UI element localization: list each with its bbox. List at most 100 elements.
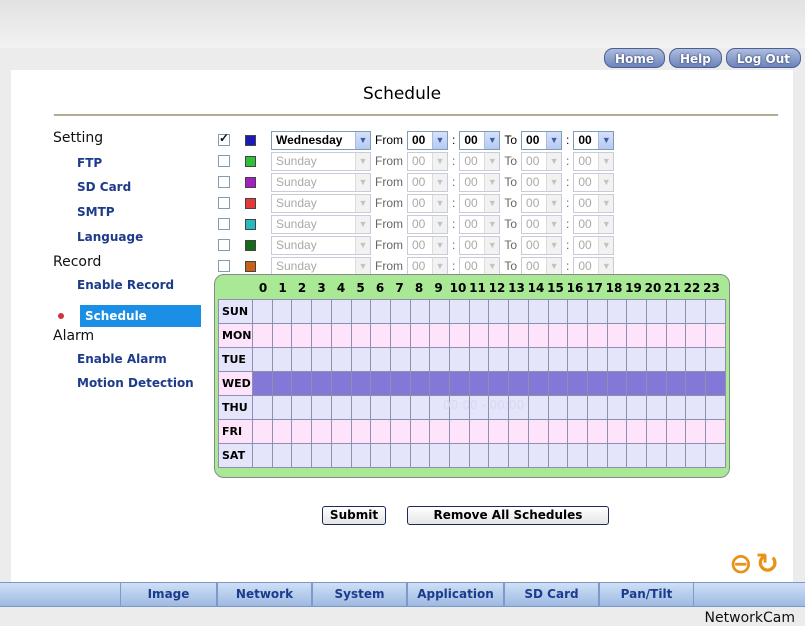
tab-image[interactable]: Image <box>120 583 217 606</box>
from-hour-select[interactable]: 00 ▼ <box>407 235 448 255</box>
schedule-enable-checkbox[interactable] <box>218 239 230 251</box>
remove-all-schedules-button[interactable]: Remove All Schedules <box>407 506 609 525</box>
sidebar-item-enable-alarm[interactable]: Enable Alarm <box>77 352 167 366</box>
to-hour-select[interactable]: 00 ▼ <box>521 256 563 276</box>
from-hour-select[interactable]: 00 ▼ <box>407 151 448 171</box>
chevron-down-icon: ▼ <box>546 236 562 254</box>
to-minute-select[interactable]: 00 ▼ <box>573 256 615 276</box>
day-label: TUE <box>218 347 253 372</box>
grid-cell <box>527 443 549 468</box>
grid-cell <box>626 371 648 396</box>
day-select[interactable]: Sunday ▼ <box>271 235 371 255</box>
help-button[interactable]: Help <box>668 48 722 68</box>
grid-cell <box>685 443 707 468</box>
sidebar-item-sd-card[interactable]: SD Card <box>77 180 131 194</box>
grid-cell <box>429 419 451 444</box>
from-hour-select[interactable]: 00 ▼ <box>407 256 448 276</box>
from-minute-select[interactable]: 00 ▼ <box>459 256 501 276</box>
chevron-down-icon: ▼ <box>484 131 500 149</box>
grid-cell <box>271 299 293 324</box>
to-hour-select[interactable]: 00 ▼ <box>521 193 563 213</box>
day-select[interactable]: Wednesday ▼ <box>271 130 371 150</box>
grid-cell <box>468 299 490 324</box>
chevron-down-icon: ▼ <box>546 131 562 149</box>
back-icon[interactable]: ⊖ <box>729 550 752 578</box>
from-hour-select-value: 00 <box>412 175 426 189</box>
grid-cell <box>646 419 667 444</box>
to-hour-select-value: 00 <box>526 238 540 252</box>
schedule-enable-checkbox[interactable] <box>218 218 230 230</box>
schedule-enable-checkbox[interactable] <box>218 131 230 146</box>
to-minute-select[interactable]: 00 ▼ <box>573 214 615 234</box>
from-hour-select[interactable]: 00 ▼ <box>407 130 448 150</box>
schedule-enable-checkbox[interactable] <box>218 197 230 209</box>
grid-cell <box>409 299 431 324</box>
colon-label: : <box>566 196 570 210</box>
hour-label: 16 <box>566 281 584 295</box>
grid-cell <box>409 323 431 348</box>
grid-cell <box>449 419 470 444</box>
logout-button[interactable]: Log Out <box>725 48 801 68</box>
chevron-down-icon: ▼ <box>432 194 447 212</box>
chevron-down-icon: ▼ <box>355 131 370 149</box>
refresh-icon[interactable]: ↻ <box>756 550 779 578</box>
chevron-down-icon: ▼ <box>546 194 562 212</box>
sidebar-item-motion-detection[interactable]: Motion Detection <box>77 376 194 390</box>
to-hour-select[interactable]: 00 ▼ <box>521 235 563 255</box>
to-hour-select[interactable]: 00 ▼ <box>521 151 563 171</box>
day-select[interactable]: Sunday ▼ <box>271 193 371 213</box>
to-minute-select[interactable]: 00 ▼ <box>573 235 615 255</box>
grid-row: TUE <box>218 347 726 372</box>
from-minute-select[interactable]: 00 ▼ <box>459 151 501 171</box>
from-minute-select[interactable]: 00 ▼ <box>459 172 501 192</box>
grid-cell <box>665 419 687 444</box>
grid-cell <box>350 419 372 444</box>
from-minute-select-value: 00 <box>464 175 478 189</box>
schedule-row: Sunday ▼ From 00 ▼:00 ▼ To 00 ▼:00 ▼ <box>218 151 615 171</box>
sidebar-item-ftp[interactable]: FTP <box>77 156 102 170</box>
from-minute-select[interactable]: 00 ▼ <box>459 193 501 213</box>
grid-cell <box>665 299 687 324</box>
from-hour-select[interactable]: 00 ▼ <box>407 214 448 234</box>
to-hour-select[interactable]: 00 ▼ <box>521 130 563 150</box>
from-minute-select[interactable]: 00 ▼ <box>459 235 501 255</box>
hour-label: 14 <box>527 281 545 295</box>
to-minute-select[interactable]: 00 ▼ <box>573 193 615 213</box>
sidebar-item-language[interactable]: Language <box>77 230 143 244</box>
schedule-enable-checkbox[interactable] <box>218 260 230 272</box>
tab-pan-tilt[interactable]: Pan/Tilt <box>599 583 694 606</box>
from-minute-select[interactable]: 00 ▼ <box>459 130 501 150</box>
day-select-value: Sunday <box>276 238 317 252</box>
schedule-enable-checkbox[interactable] <box>218 176 230 188</box>
to-minute-select[interactable]: 00 ▼ <box>573 130 615 150</box>
chevron-down-icon: ▼ <box>484 215 500 233</box>
day-select[interactable]: Sunday ▼ <box>271 214 371 234</box>
day-select[interactable]: Sunday ▼ <box>271 256 371 276</box>
schedule-enable-checkbox[interactable] <box>218 155 230 167</box>
to-hour-select[interactable]: 00 ▼ <box>521 214 563 234</box>
tab-application[interactable]: Application <box>407 583 504 606</box>
from-hour-select[interactable]: 00 ▼ <box>407 193 448 213</box>
grid-cell <box>291 371 313 396</box>
from-minute-select[interactable]: 00 ▼ <box>459 214 501 234</box>
day-select[interactable]: Sunday ▼ <box>271 151 371 171</box>
from-minute-select-value: 00 <box>464 238 478 252</box>
sidebar-item-smtp[interactable]: SMTP <box>77 205 115 219</box>
tab-network[interactable]: Network <box>217 583 312 606</box>
submit-button[interactable]: Submit <box>322 506 386 525</box>
tab-sd-card[interactable]: SD Card <box>504 583 599 606</box>
from-label: From <box>375 154 403 168</box>
to-minute-select[interactable]: 00 ▼ <box>573 151 615 171</box>
sidebar-item-schedule[interactable]: Schedule <box>80 305 201 327</box>
from-hour-select[interactable]: 00 ▼ <box>407 172 448 192</box>
to-minute-select[interactable]: 00 ▼ <box>573 172 615 192</box>
grid-cell <box>488 419 510 444</box>
to-hour-select[interactable]: 00 ▼ <box>521 172 563 192</box>
sidebar-section-record: Record <box>53 254 102 270</box>
sidebar-item-enable-record[interactable]: Enable Record <box>77 278 174 292</box>
grid-cell <box>665 395 687 420</box>
day-select[interactable]: Sunday ▼ <box>271 172 371 192</box>
home-button[interactable]: Home <box>604 48 665 68</box>
tab-system[interactable]: System <box>312 583 407 606</box>
day-select-value: Wednesday <box>276 133 343 147</box>
